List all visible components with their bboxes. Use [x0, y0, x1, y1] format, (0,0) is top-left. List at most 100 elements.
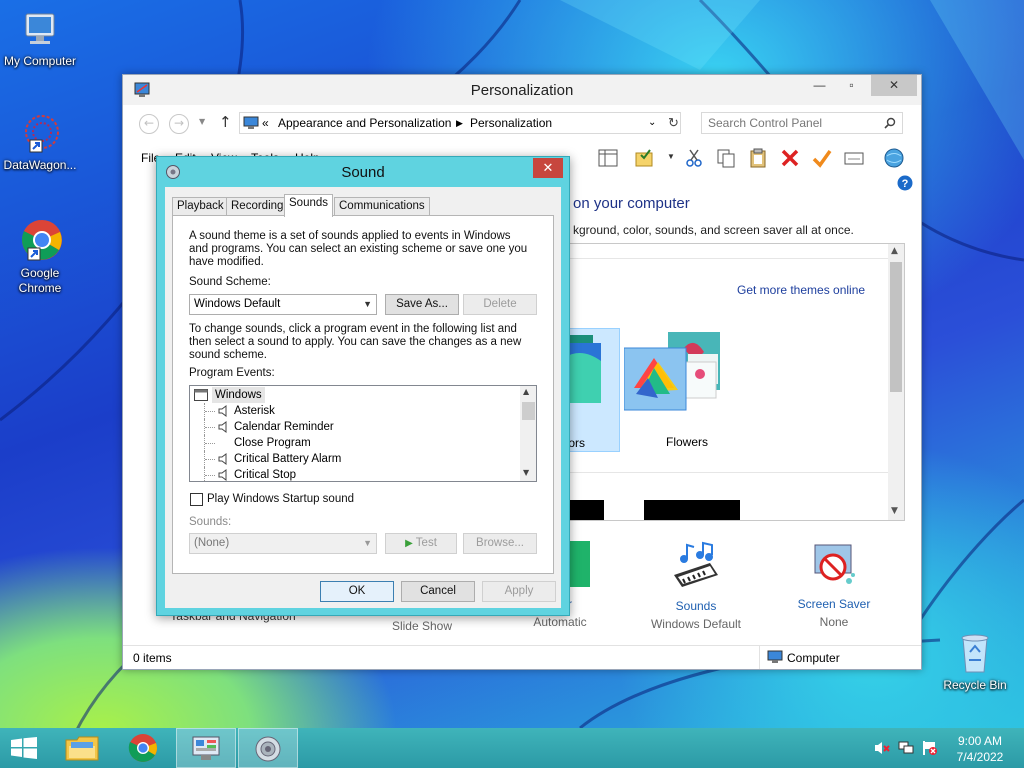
- action-center-icon[interactable]: [922, 740, 938, 756]
- program-events-label: Program Events:: [189, 367, 275, 379]
- search-input[interactable]: Search Control Panel: [701, 112, 903, 134]
- breadcrumb-appearance[interactable]: Appearance and Personalization: [278, 113, 451, 133]
- get-more-themes-link[interactable]: Get more themes online: [737, 283, 865, 297]
- taskbar-control-panel[interactable]: [176, 728, 236, 768]
- test-button[interactable]: ▶ Test: [385, 533, 457, 554]
- bottom-item-title: Sounds: [675, 599, 717, 613]
- delete-icon[interactable]: [779, 147, 801, 169]
- scroll-down-icon[interactable]: ▼: [891, 506, 898, 516]
- tab-recording[interactable]: Recording: [226, 197, 289, 216]
- paste-icon[interactable]: [747, 147, 769, 169]
- address-dropdown-icon[interactable]: ⌄: [648, 113, 656, 133]
- program-events-list[interactable]: Windows Asterisk Calendar Reminder Close…: [189, 385, 537, 482]
- screen-saver-link[interactable]: Screen Saver None: [779, 541, 889, 629]
- desktop-icon-datawagon[interactable]: DataWagon...: [0, 112, 80, 173]
- sounds-tab-panel: A sound theme is a set of sounds applied…: [172, 215, 554, 574]
- scroll-thumb[interactable]: [522, 402, 535, 420]
- scroll-down-icon[interactable]: ▼: [523, 468, 529, 477]
- computer-icon: [25, 13, 55, 44]
- divider: [542, 472, 888, 473]
- copy-icon[interactable]: [715, 147, 737, 169]
- startup-sound-checkbox[interactable]: [190, 493, 203, 506]
- taskbar-chrome[interactable]: [114, 728, 174, 768]
- cut-icon[interactable]: [683, 147, 705, 169]
- tab-playback[interactable]: Playback: [172, 197, 229, 216]
- list-item[interactable]: Asterisk: [190, 403, 520, 419]
- search-icon[interactable]: [884, 117, 896, 129]
- events-scrollbar[interactable]: ▲ ▼: [520, 386, 536, 481]
- cancel-button[interactable]: Cancel: [401, 581, 475, 602]
- speaker-icon: [218, 421, 227, 433]
- refresh-icon[interactable]: ↻: [668, 113, 679, 133]
- sounds-link[interactable]: Sounds Windows Default: [641, 541, 751, 631]
- address-box[interactable]: « Appearance and Personalization ▶ Perso…: [239, 112, 681, 134]
- apply-button[interactable]: Apply: [482, 581, 556, 602]
- chrome-icon: [128, 734, 157, 762]
- svg-text:?: ?: [902, 178, 909, 190]
- control-panel-icon: [243, 116, 259, 129]
- intro-text: and programs. You can select an existing…: [189, 243, 528, 255]
- dialog-close-button[interactable]: ✕: [533, 158, 563, 178]
- ok-button[interactable]: OK: [320, 581, 394, 602]
- sound-scheme-select[interactable]: Windows Default ▼: [189, 294, 377, 315]
- instruction-text: To change sounds, click a program event …: [189, 323, 517, 335]
- maximize-button[interactable]: ▫: [837, 75, 866, 96]
- forward-button[interactable]: →: [169, 114, 189, 134]
- up-button[interactable]: ↑: [219, 113, 232, 131]
- themes-scrollbar[interactable]: ▲ ▼: [888, 244, 904, 520]
- folder-check-icon[interactable]: [633, 147, 655, 169]
- theme-swatch[interactable]: [644, 500, 740, 520]
- tree-line: [204, 419, 216, 435]
- save-as-button[interactable]: Save As...: [385, 294, 459, 315]
- list-item[interactable]: Critical Stop: [190, 467, 520, 481]
- globe-icon[interactable]: [883, 147, 905, 169]
- taskbar-sound[interactable]: [238, 728, 298, 768]
- scroll-up-icon[interactable]: ▲: [891, 246, 898, 256]
- sounds-label: Sounds:: [189, 516, 232, 528]
- system-clock[interactable]: 9:00 AM 7/4/2022: [940, 733, 1020, 765]
- list-item[interactable]: Close Program: [190, 435, 520, 451]
- desktop-icon-recycle-bin[interactable]: Recycle Bin: [935, 630, 1015, 693]
- desktop-icon-my-computer[interactable]: My Computer: [0, 8, 80, 69]
- toolbar-dropdown-icon[interactable]: ▼: [667, 152, 675, 161]
- speaker-icon: [255, 736, 281, 762]
- tab-sounds[interactable]: Sounds: [284, 194, 334, 217]
- desktop-icon-google-chrome[interactable]: Google Chrome: [0, 216, 80, 296]
- browse-button[interactable]: Browse...: [463, 533, 537, 554]
- layout-pane-icon[interactable]: [597, 147, 619, 169]
- recent-pages-dropdown[interactable]: ▼: [199, 117, 205, 126]
- startup-sound-label[interactable]: Play Windows Startup sound: [207, 493, 354, 506]
- list-item[interactable]: Calendar Reminder: [190, 419, 520, 435]
- window-title: Personalization: [470, 82, 574, 99]
- theme-tile-flowers[interactable]: Flowers: [624, 328, 722, 452]
- network-icon[interactable]: [898, 740, 914, 756]
- bottom-item-value: None: [819, 615, 849, 629]
- breadcrumb-separator-icon[interactable]: ▶: [456, 113, 463, 133]
- scroll-thumb[interactable]: [890, 262, 902, 392]
- event-name: Asterisk: [234, 405, 275, 417]
- list-item[interactable]: Critical Battery Alarm: [190, 451, 520, 467]
- tab-communications[interactable]: Communications: [334, 197, 430, 216]
- checkmark-icon[interactable]: [811, 147, 833, 169]
- address-chevron[interactable]: «: [262, 113, 269, 133]
- scroll-up-icon[interactable]: ▲: [523, 387, 529, 396]
- start-button[interactable]: [0, 728, 48, 768]
- taskbar-file-explorer[interactable]: [52, 728, 112, 768]
- sounds-select[interactable]: (None) ▼: [189, 533, 377, 554]
- breadcrumb-personalization[interactable]: Personalization: [470, 113, 552, 133]
- event-name: Critical Battery Alarm: [234, 453, 342, 465]
- speaker-icon: [218, 453, 227, 465]
- help-icon[interactable]: ?: [897, 175, 913, 191]
- dialog-titlebar[interactable]: Sound ✕: [157, 157, 569, 187]
- back-button[interactable]: ←: [139, 114, 159, 134]
- window-titlebar[interactable]: Personalization — ▫ ✕: [123, 75, 921, 105]
- minimize-button[interactable]: —: [805, 75, 834, 96]
- close-button[interactable]: ✕: [871, 75, 917, 96]
- volume-muted-icon[interactable]: [874, 741, 890, 755]
- desktop-background-link[interactable]: Slide Show: [367, 615, 477, 633]
- theme-preview-image: [624, 332, 720, 411]
- list-item[interactable]: Windows: [190, 387, 520, 403]
- delete-button[interactable]: Delete: [463, 294, 537, 315]
- sound-scheme-value: Windows Default: [194, 298, 281, 310]
- properties-icon[interactable]: [843, 147, 865, 169]
